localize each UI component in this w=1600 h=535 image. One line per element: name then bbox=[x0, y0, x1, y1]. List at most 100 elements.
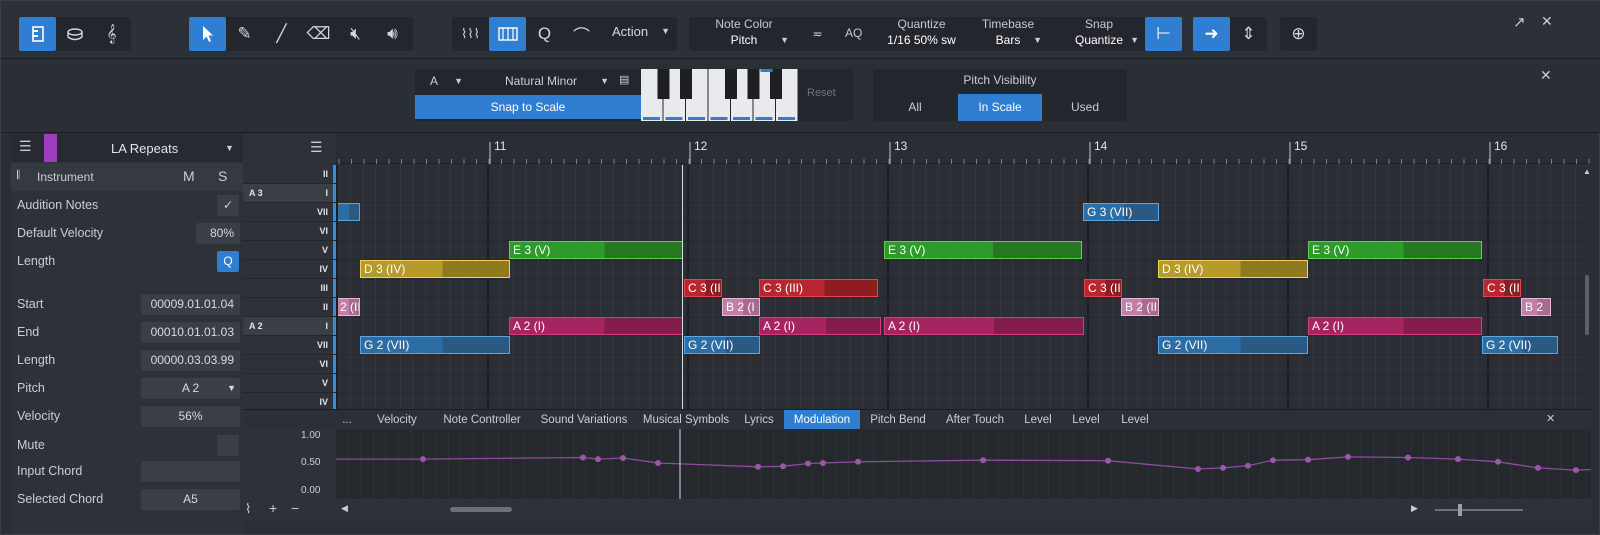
midi-note[interactable]: D 3 (IV) bbox=[1158, 260, 1308, 278]
visibility-all-button[interactable]: All bbox=[873, 94, 957, 121]
aq-button[interactable]: AQ bbox=[845, 26, 862, 40]
pencil-tool-button[interactable]: ✎ bbox=[226, 17, 263, 51]
automation-tab[interactable]: Velocity bbox=[360, 410, 434, 430]
midi-note[interactable]: G 2 (VII) bbox=[684, 336, 760, 354]
automation-tab[interactable]: Lyrics bbox=[734, 410, 784, 430]
input-chord-field[interactable] bbox=[141, 461, 240, 482]
key-lane[interactable]: IV bbox=[243, 260, 336, 279]
midi-note[interactable]: A 2 (I) bbox=[509, 317, 683, 335]
zoom-slider[interactable] bbox=[1435, 509, 1523, 511]
zoom-slider-thumb[interactable] bbox=[1458, 504, 1462, 516]
automation-tab[interactable]: After Touch bbox=[936, 410, 1014, 430]
more-tabs-button[interactable]: ... bbox=[336, 410, 358, 430]
scale-root-select[interactable]: A ▼ bbox=[415, 69, 467, 93]
follow-button[interactable]: ➜ bbox=[1193, 17, 1230, 51]
solo-button[interactable]: S bbox=[218, 168, 227, 184]
key-lane[interactable]: I A 2 bbox=[243, 317, 336, 336]
remove-icon[interactable]: − bbox=[291, 500, 299, 516]
midi-note[interactable]: G 2 (VII) bbox=[360, 336, 510, 354]
automation-tab[interactable]: Level bbox=[1062, 410, 1110, 430]
midi-note[interactable]: G 2 (VII) bbox=[1158, 336, 1308, 354]
midi-note[interactable]: E 3 (V) bbox=[1308, 241, 1482, 259]
midi-note[interactable]: C 3 (III) bbox=[759, 279, 878, 297]
snap-toggle-button[interactable]: ⊢ bbox=[1145, 17, 1182, 51]
midi-note[interactable] bbox=[338, 203, 360, 221]
key-lane[interactable]: II bbox=[243, 298, 336, 317]
add-icon[interactable]: + bbox=[269, 500, 277, 516]
metronome-button[interactable]: ⌒ bbox=[563, 17, 600, 51]
scroll-thumb[interactable] bbox=[1585, 275, 1589, 335]
midi-note[interactable]: C 3 (II bbox=[1483, 279, 1521, 297]
end-field[interactable]: 00010.01.01.03 bbox=[141, 322, 240, 343]
close-scale-icon[interactable]: ✕ bbox=[1540, 67, 1552, 84]
midi-note[interactable]: G 2 (VII) bbox=[1482, 336, 1558, 354]
automation-tab[interactable]: Note Controller bbox=[434, 410, 530, 430]
quantize-control[interactable]: Quantize 1/16 50% sw bbox=[879, 17, 964, 47]
midi-note[interactable]: B 2 bbox=[1521, 298, 1551, 316]
target-button[interactable]: ⊕ bbox=[1280, 17, 1317, 51]
midi-note[interactable]: G 3 (VII) bbox=[1083, 203, 1159, 221]
key-lane[interactable]: V bbox=[243, 241, 336, 260]
automation-tab[interactable]: Level bbox=[1014, 410, 1062, 430]
velocity-field[interactable]: 56% bbox=[141, 406, 240, 427]
audition-checkbox[interactable]: ✓ bbox=[217, 195, 239, 216]
scroll-right-icon[interactable]: ▶ bbox=[1411, 503, 1418, 514]
scale-keyboard[interactable] bbox=[641, 69, 799, 121]
key-lane[interactable]: VII bbox=[243, 336, 336, 355]
menu-icon[interactable]: ☰ bbox=[19, 138, 32, 155]
automation-tab[interactable]: Pitch Bend bbox=[860, 410, 936, 430]
length-quantize-button[interactable]: Q bbox=[217, 251, 239, 272]
list-icon[interactable]: ☰ bbox=[310, 139, 323, 156]
midi-note[interactable]: C 3 (II bbox=[1084, 279, 1122, 297]
keyboard-button[interactable] bbox=[489, 17, 526, 51]
vertical-scrollbar[interactable]: ▲ bbox=[1583, 165, 1591, 409]
visibility-in-scale-button[interactable]: In Scale bbox=[958, 94, 1042, 121]
scale-doc-icon[interactable]: ▤ bbox=[619, 73, 629, 86]
start-field[interactable]: 00009.01.01.04 bbox=[141, 294, 240, 315]
note-grid[interactable]: G 3 (VII) E 3 (V) E 3 (V) E 3 (V) D 3 (IV) D … bbox=[338, 165, 1583, 409]
playhead[interactable] bbox=[682, 165, 683, 409]
automation-tab[interactable]: Musical Symbols bbox=[638, 410, 734, 430]
mute-button[interactable]: M bbox=[183, 168, 195, 184]
midi-note[interactable]: E 3 (V) bbox=[884, 241, 1082, 259]
midi-note[interactable]: E 3 (V) bbox=[509, 241, 683, 259]
velocity-button[interactable]: ≂ bbox=[799, 17, 836, 51]
automation-tab[interactable]: Modulation bbox=[784, 410, 860, 430]
eraser-tool-button[interactable]: ⌫ bbox=[300, 17, 337, 51]
close-icon[interactable]: ✕ bbox=[1541, 13, 1553, 30]
reset-button[interactable]: Reset bbox=[807, 87, 836, 99]
key-lane[interactable]: VI bbox=[243, 222, 336, 241]
midi-note[interactable]: 2 (II bbox=[338, 298, 360, 316]
curve-icon[interactable]: ⌇ bbox=[245, 501, 251, 517]
default-velocity-field[interactable]: 80% bbox=[196, 223, 240, 244]
snap-to-scale-button[interactable]: Snap to Scale bbox=[415, 95, 641, 119]
listen-tool-button[interactable]: 🔊︎ bbox=[374, 17, 411, 51]
mute-checkbox[interactable] bbox=[217, 435, 239, 456]
visibility-used-button[interactable]: Used bbox=[1043, 94, 1127, 121]
note-length-field[interactable]: 00000.03.03.99 bbox=[141, 350, 240, 371]
midi-note[interactable]: A 2 (I) bbox=[1308, 317, 1482, 335]
snap-control[interactable]: Snap Quantize ▼ bbox=[1059, 17, 1139, 47]
transform-button[interactable]: ⌇⌇⌇ bbox=[452, 17, 489, 51]
piano-view-button[interactable] bbox=[19, 17, 56, 51]
midi-note[interactable]: B 2 (II bbox=[1121, 298, 1159, 316]
scale-mode-select[interactable]: Natural Minor ▼ bbox=[469, 69, 613, 93]
midi-note[interactable]: B 2 (I bbox=[722, 298, 760, 316]
quantize-button[interactable]: Q bbox=[526, 17, 563, 51]
drum-view-button[interactable] bbox=[56, 17, 93, 51]
close-automation-icon[interactable]: ✕ bbox=[1546, 412, 1555, 425]
zoom-fit-button[interactable]: ⇕ bbox=[1230, 17, 1267, 51]
scroll-left-icon[interactable]: ◀ bbox=[341, 503, 348, 514]
modulation-curve[interactable] bbox=[336, 429, 1591, 499]
chevron-down-icon[interactable]: ▼ bbox=[225, 143, 234, 153]
key-lane[interactable]: V bbox=[243, 374, 336, 393]
automation-tab[interactable]: Level bbox=[1110, 410, 1160, 430]
expand-icon[interactable]: ↗ bbox=[1513, 13, 1526, 31]
key-lane[interactable]: II bbox=[243, 165, 336, 184]
automation-lane[interactable]: 1.00 0.50 0.00 bbox=[243, 429, 1591, 499]
midi-note[interactable]: D 3 (IV) bbox=[360, 260, 510, 278]
key-lane[interactable]: VI bbox=[243, 355, 336, 374]
action-menu[interactable]: Action ▼ bbox=[612, 24, 672, 44]
automation-tab[interactable]: Sound Variations bbox=[530, 410, 638, 430]
timebase-control[interactable]: Timebase Bars ▼ bbox=[974, 17, 1042, 47]
